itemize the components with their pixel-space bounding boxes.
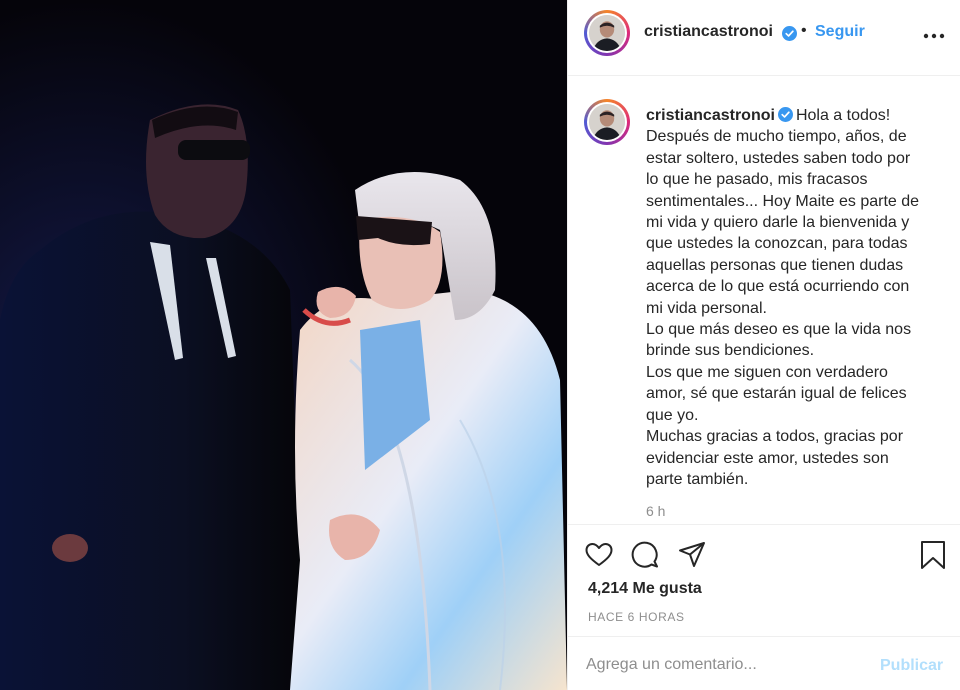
comment-form: Publicar — [568, 636, 960, 690]
post-header: cristiancastronoi • Seguir — [568, 0, 960, 76]
verified-badge-icon — [777, 107, 793, 122]
instagram-post: cristiancastronoi • Seguir cristiancastr… — [0, 0, 960, 690]
avatar[interactable] — [584, 10, 630, 56]
caption-line: aquellas personas que tienen dudas — [646, 256, 904, 274]
likes-count[interactable]: 4,214 Me gusta — [588, 580, 702, 598]
profile-picture — [589, 15, 625, 51]
verified-badge-icon — [782, 26, 797, 41]
caption-line: Hola a todos! — [795, 107, 891, 124]
couple-photo-image — [0, 0, 567, 690]
caption-line: mi vida y quiero darle la bienvenida y — [646, 214, 910, 232]
comment-icon[interactable] — [630, 540, 660, 570]
share-icon[interactable] — [677, 540, 707, 570]
more-horizontal-icon[interactable] — [923, 33, 945, 39]
post-caption: cristiancastronoi Hola a todos! Después d… — [646, 105, 946, 490]
caption-line: acerca de lo que está ocurriendo con — [646, 278, 910, 296]
action-bar: 4,214 Me gusta HACE 6 HORAS — [568, 524, 960, 636]
heart-icon[interactable] — [584, 540, 614, 570]
caption-line: sentimentales... Hoy Maite es parte de — [646, 192, 920, 210]
caption-line: mi vida personal. — [646, 299, 767, 317]
caption-line: Muchas gracias a todos, gracias por — [646, 428, 904, 446]
caption-line: que yo. — [646, 406, 699, 424]
caption-time-ago[interactable]: 6 h — [646, 503, 665, 519]
post-side-panel: cristiancastronoi • Seguir cristiancastr… — [567, 0, 960, 690]
caption-line: que ustedes la conozcan, para todas — [646, 235, 908, 253]
post-timestamp[interactable]: HACE 6 HORAS — [588, 610, 685, 624]
bookmark-icon[interactable] — [918, 540, 948, 570]
caption-section: cristiancastronoi Hola a todos! Después d… — [568, 77, 960, 524]
caption-avatar[interactable] — [584, 99, 630, 145]
post-photo[interactable] — [0, 0, 567, 690]
caption-line: parte también. — [646, 470, 749, 488]
caption-line: evidenciar este amor, ustedes son — [646, 449, 889, 467]
caption-line: amor, sé que estarán igual de felices — [646, 385, 907, 403]
header-username[interactable]: cristiancastronoi — [644, 23, 773, 41]
caption-line: Lo que más deseo es que la vida nos — [646, 321, 912, 339]
separator-dot: • — [801, 22, 807, 39]
caption-line: Después de mucho tiempo, años, de — [646, 128, 907, 146]
follow-button[interactable]: Seguir — [815, 23, 865, 41]
caption-username[interactable]: cristiancastronoi — [646, 107, 775, 124]
caption-line: lo que he pasado, mis fracasos — [646, 171, 868, 189]
publish-button[interactable]: Publicar — [880, 657, 943, 675]
caption-line: estar soltero, ustedes saben todo por — [646, 149, 911, 167]
comment-input[interactable] — [586, 651, 866, 679]
profile-picture — [589, 104, 625, 140]
caption-line: brinde sus bendiciones. — [646, 342, 815, 360]
caption-line: Los que me siguen con verdadero — [646, 363, 888, 381]
